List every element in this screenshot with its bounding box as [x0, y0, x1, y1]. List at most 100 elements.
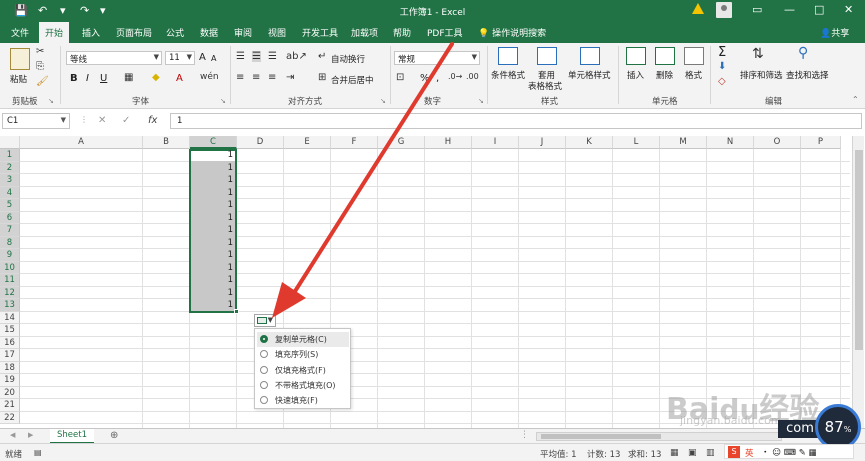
row-header-12[interactable]: 12: [0, 286, 20, 299]
row-header-5[interactable]: 5: [0, 199, 20, 212]
column-header-i[interactable]: I: [472, 136, 519, 149]
warning-icon[interactable]: [692, 3, 704, 14]
bold-button[interactable]: B: [70, 73, 78, 84]
cell-c9[interactable]: 1: [190, 249, 236, 261]
prev-sheet-icon[interactable]: ◀: [10, 431, 15, 439]
formula-input[interactable]: 1: [170, 113, 862, 129]
grow-font-button[interactable]: A: [199, 52, 206, 63]
column-header-f[interactable]: F: [331, 136, 378, 149]
fill-color-icon[interactable]: ◆: [152, 72, 160, 83]
tell-me-search[interactable]: 💡 操作说明搜索: [478, 26, 546, 39]
paste-button[interactable]: 粘贴: [10, 73, 27, 85]
currency-icon[interactable]: ⊡: [396, 72, 404, 83]
column-header-e[interactable]: E: [284, 136, 331, 149]
tab-page-layout[interactable]: 页面布局: [116, 26, 152, 39]
column-header-c[interactable]: C: [190, 136, 237, 149]
row-header-2[interactable]: 2: [0, 161, 20, 174]
row-header-10[interactable]: 10: [0, 261, 20, 274]
cancel-button[interactable]: ✕: [98, 115, 106, 126]
phonetic-icon[interactable]: wén: [200, 72, 219, 82]
tab-review[interactable]: 审阅: [234, 26, 252, 39]
vertical-scrollbar[interactable]: [852, 136, 864, 428]
format-as-table-line2[interactable]: 表格格式: [528, 80, 562, 92]
autofill-without-formatting[interactable]: 不带格式填充(O): [257, 378, 349, 393]
row-header-4[interactable]: 4: [0, 186, 20, 199]
horizontal-scrollbar[interactable]: [536, 432, 782, 441]
add-sheet-icon[interactable]: ⊕: [110, 430, 118, 441]
row-header-9[interactable]: 9: [0, 249, 20, 262]
merge-center-button[interactable]: 合并后居中: [331, 74, 374, 86]
sort-filter-button[interactable]: 排序和筛选: [740, 69, 783, 81]
autofill-fill-series[interactable]: 填充序列(S): [257, 347, 349, 362]
tab-addins[interactable]: 加载项: [351, 26, 378, 39]
maximize-button[interactable]: □: [814, 3, 824, 16]
align-center-icon[interactable]: ≡: [252, 72, 260, 83]
paste-icon[interactable]: [10, 48, 30, 70]
row-header-19[interactable]: 19: [0, 374, 20, 387]
conditional-format-button[interactable]: 条件格式: [491, 69, 525, 81]
cell-c5[interactable]: 1: [190, 199, 236, 211]
row-header-18[interactable]: 18: [0, 361, 20, 374]
alignment-launcher-icon[interactable]: ↘: [380, 97, 386, 105]
name-box[interactable]: C1 ▼: [2, 113, 70, 129]
row-header-20[interactable]: 20: [0, 386, 20, 399]
column-header-h[interactable]: H: [425, 136, 472, 149]
number-format-box[interactable]: 常规 ▼: [394, 51, 480, 65]
percent-button[interactable]: %: [420, 73, 430, 84]
row-header-8[interactable]: 8: [0, 236, 20, 249]
underline-button[interactable]: U: [100, 73, 107, 84]
ime-tools-icons[interactable]: ・ ☺ ⌨ ✎ ▦: [761, 446, 817, 458]
format-cells-button[interactable]: 格式: [685, 69, 702, 81]
tab-pdf-tools[interactable]: PDF工具: [427, 26, 463, 39]
fill-handle[interactable]: [234, 308, 239, 314]
insert-function-button[interactable]: fx: [148, 115, 157, 126]
column-header-g[interactable]: G: [378, 136, 425, 149]
column-header-n[interactable]: N: [707, 136, 754, 149]
tab-formulas[interactable]: 公式: [166, 26, 184, 39]
format-painter-icon[interactable]: 🖌: [36, 76, 49, 87]
cell-c10[interactable]: 1: [190, 262, 236, 274]
font-name-box[interactable]: 等线 ▼: [66, 51, 162, 65]
cell-c12[interactable]: 1: [190, 287, 236, 299]
sheet-tab[interactable]: Sheet1: [50, 429, 94, 444]
splitter-icon[interactable]: ⋮: [520, 430, 529, 440]
column-header-b[interactable]: B: [143, 136, 190, 149]
cell-c8[interactable]: 1: [190, 237, 236, 249]
account-icon[interactable]: [716, 2, 732, 18]
autofill-options-button[interactable]: ▼: [254, 314, 276, 327]
align-top-icon[interactable]: ☰: [236, 51, 245, 62]
column-header-d[interactable]: D: [237, 136, 284, 149]
autofill-fill-formatting-only[interactable]: 仅填充格式(F): [257, 363, 349, 378]
row-header-15[interactable]: 15: [0, 324, 20, 337]
row-header-17[interactable]: 17: [0, 349, 20, 362]
decrease-decimal-icon[interactable]: .00: [466, 72, 479, 81]
cell-c11[interactable]: 1: [190, 274, 236, 286]
select-all-corner[interactable]: [0, 136, 20, 149]
next-sheet-icon[interactable]: ▶: [28, 431, 33, 439]
clipboard-launcher-icon[interactable]: ↘: [48, 97, 54, 105]
italic-button[interactable]: I: [86, 73, 89, 84]
shrink-font-button[interactable]: A: [211, 54, 216, 63]
collapse-ribbon-icon[interactable]: ⌃: [852, 95, 859, 104]
font-launcher-icon[interactable]: ↘: [220, 97, 226, 105]
orientation-icon[interactable]: ab↗: [286, 51, 307, 62]
find-select-button[interactable]: 查找和选择: [786, 69, 829, 81]
macro-record-icon[interactable]: ▤: [34, 448, 42, 457]
row-header-11[interactable]: 11: [0, 274, 20, 287]
autofill-copy-cells[interactable]: 复制单元格(C): [257, 332, 349, 347]
cell-c3[interactable]: 1: [190, 174, 236, 186]
align-bottom-icon[interactable]: ☰: [268, 51, 277, 62]
column-header-m[interactable]: M: [660, 136, 707, 149]
row-header-14[interactable]: 14: [0, 311, 20, 324]
column-header-k[interactable]: K: [566, 136, 613, 149]
tab-developer[interactable]: 开发工具: [302, 26, 338, 39]
cell-c6[interactable]: 1: [190, 212, 236, 224]
align-middle-icon[interactable]: ☰: [252, 51, 261, 62]
cell-styles-button[interactable]: 单元格样式: [568, 69, 611, 81]
delete-cells-button[interactable]: 删除: [656, 69, 673, 81]
column-header-j[interactable]: J: [519, 136, 566, 149]
align-left-icon[interactable]: ≡: [236, 72, 244, 83]
cut-icon[interactable]: ✂: [36, 46, 44, 57]
scrollbar-thumb[interactable]: [855, 150, 863, 350]
fill-icon[interactable]: ⬇: [718, 61, 726, 72]
